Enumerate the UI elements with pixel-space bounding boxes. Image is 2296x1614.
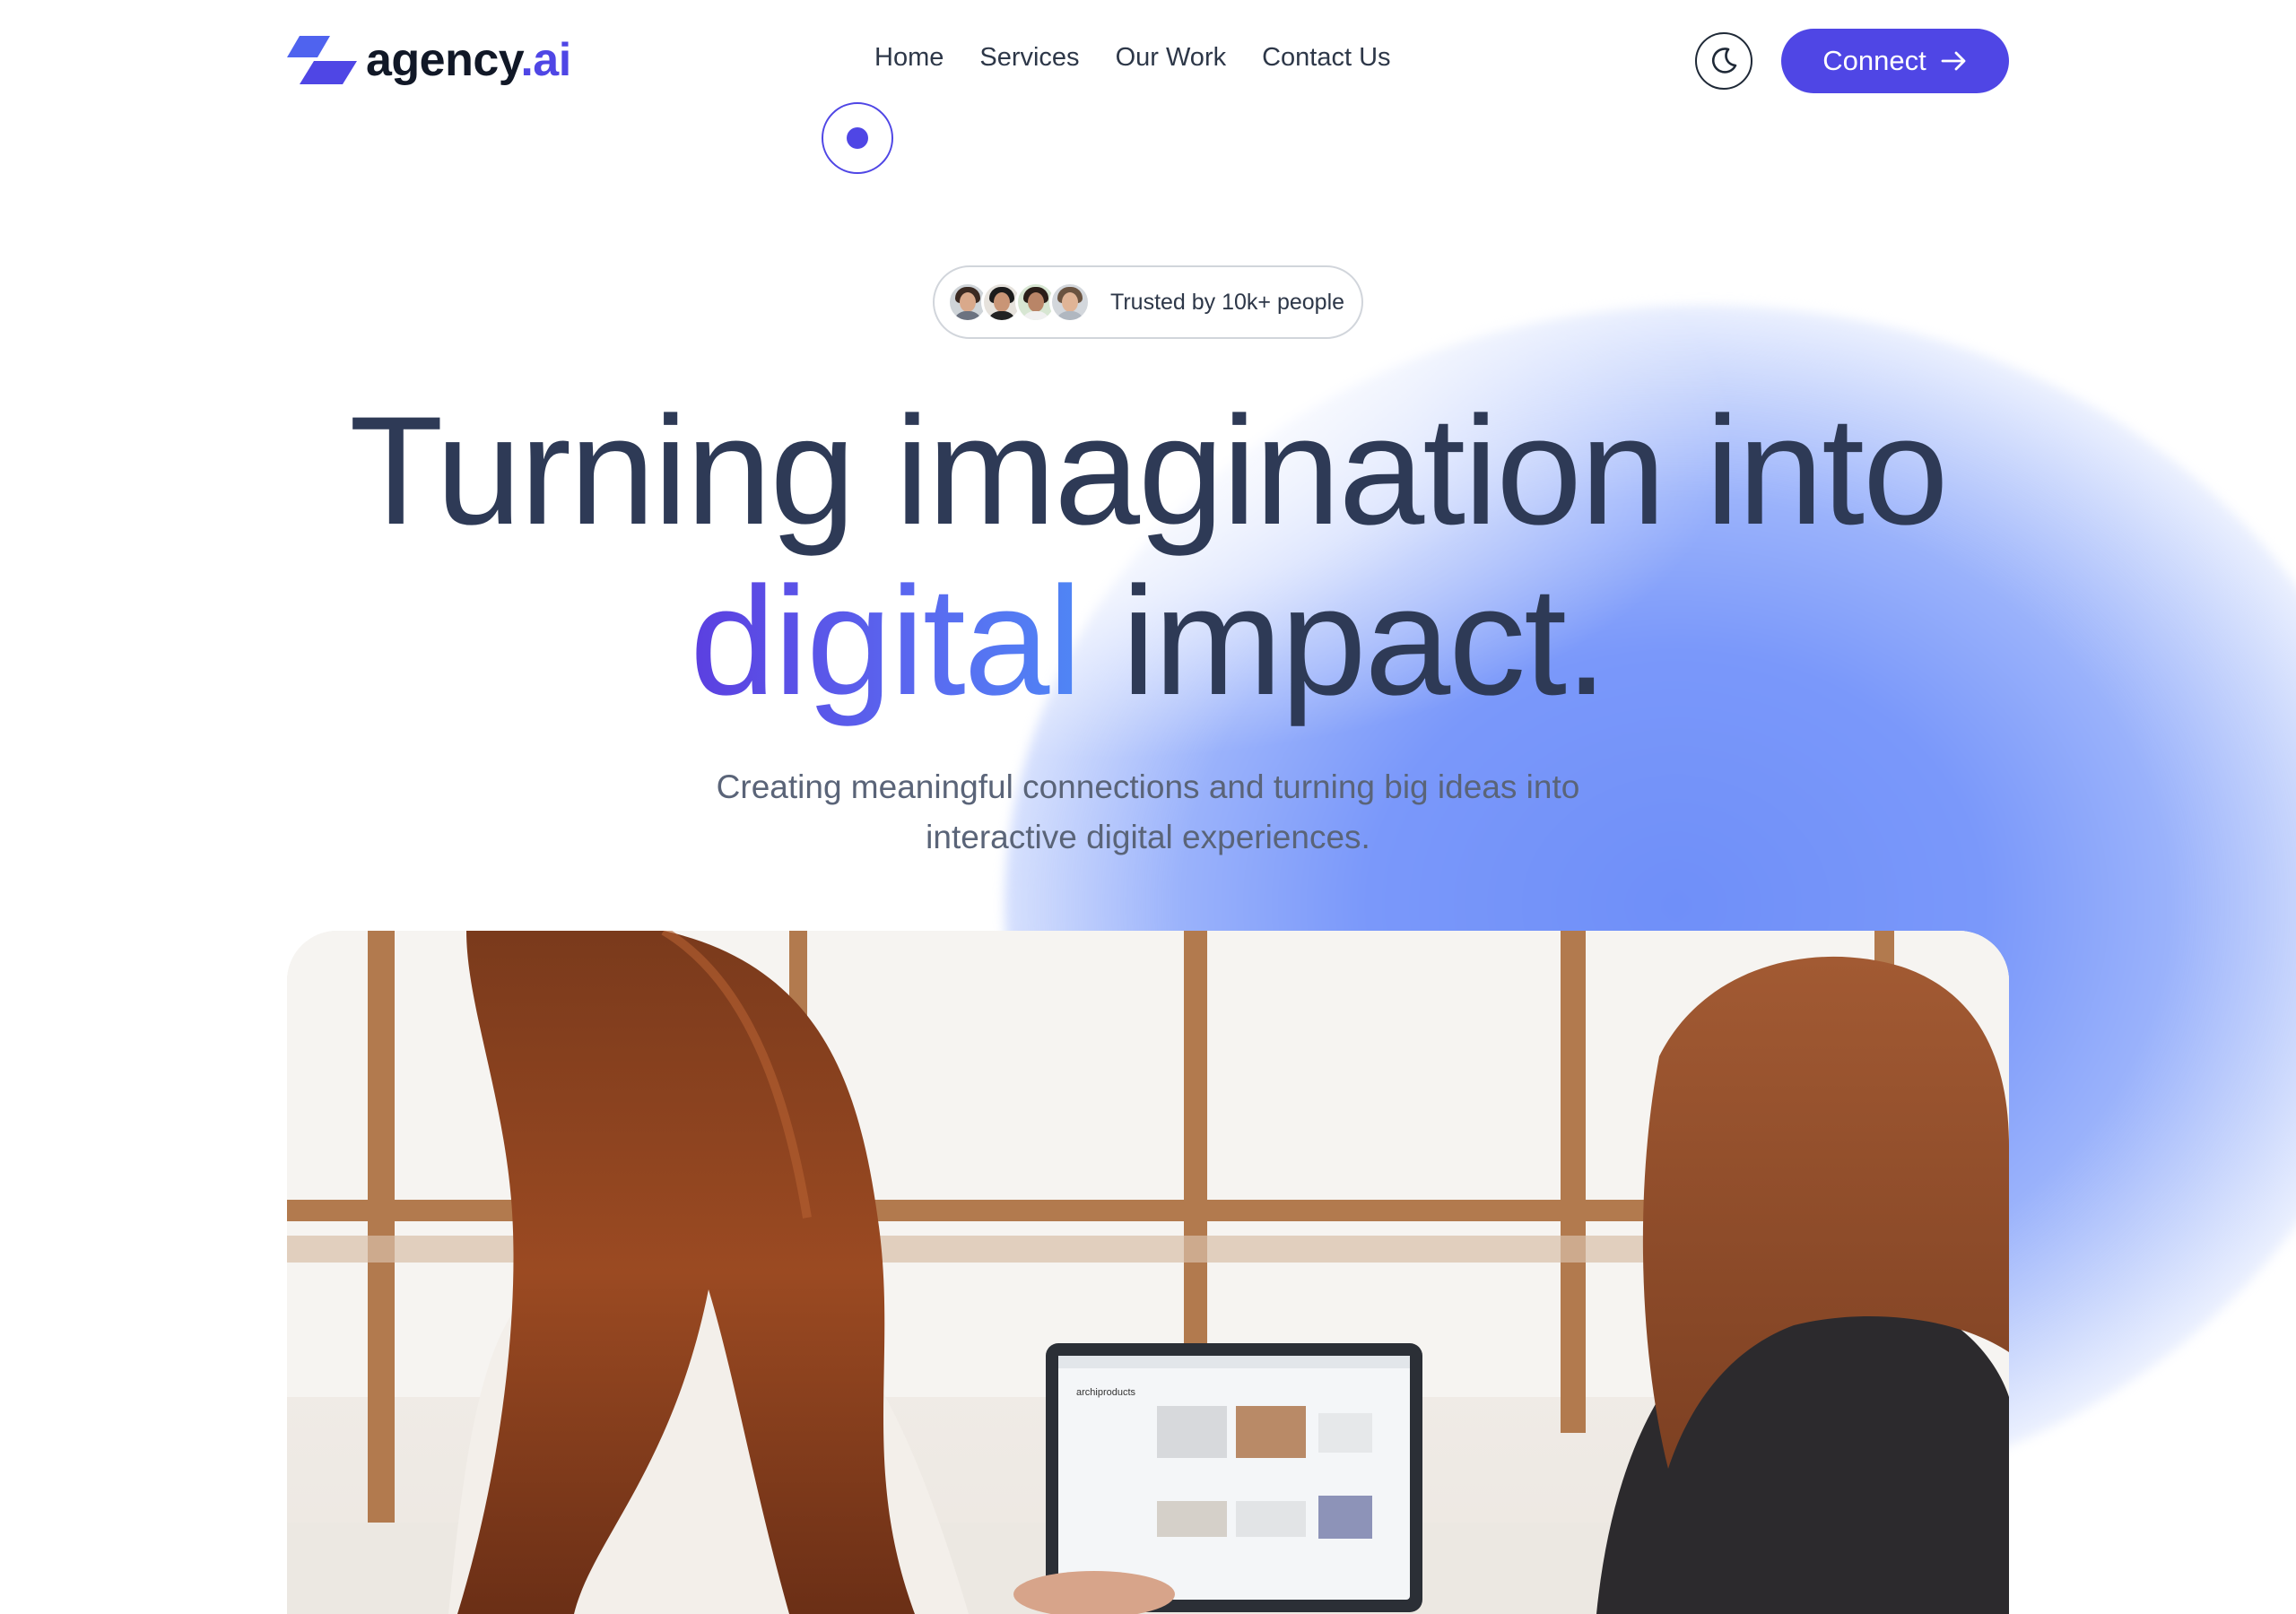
headline-rest: impact. <box>1121 555 1607 727</box>
connect-button[interactable]: Connect <box>1781 29 2009 93</box>
custom-cursor <box>822 102 893 174</box>
nav-link-home[interactable]: Home <box>874 43 944 73</box>
site-header: agency.ai Home Services Our Work Contact… <box>0 0 2296 126</box>
subtext-line-2: interactive digital experiences. <box>926 819 1370 855</box>
avatar <box>1049 282 1091 323</box>
connect-button-label: Connect <box>1822 45 1926 76</box>
trusted-text: Trusted by 10k+ people <box>1110 289 1345 315</box>
logo[interactable]: agency.ai <box>287 32 571 88</box>
trusted-badge: Trusted by 10k+ people <box>933 265 1363 339</box>
hero-headline: Turning imagination into digital impact. <box>0 386 2296 726</box>
custom-cursor-dot <box>847 127 868 149</box>
headline-line-1: Turning imagination into <box>349 385 1948 557</box>
headline-accent: digital <box>690 555 1082 727</box>
nav-link-services[interactable]: Services <box>979 43 1079 73</box>
hero-subtext: Creating meaningful connections and turn… <box>610 762 1686 863</box>
logo-text: agency.ai <box>366 34 571 86</box>
nav-link-our-work[interactable]: Our Work <box>1116 43 1227 73</box>
theme-toggle-button[interactable] <box>1695 32 1752 90</box>
moon-icon <box>1711 48 1737 74</box>
logo-mark-icon <box>287 36 357 84</box>
arrow-right-icon <box>1941 51 1966 71</box>
nav-link-contact-us[interactable]: Contact Us <box>1262 43 1390 73</box>
hero-photo-illustration: archiproducts <box>287 931 2009 1614</box>
hero-image: archiproducts <box>287 931 2009 1614</box>
laptop-screen-site-label: archiproducts <box>1076 1387 1136 1398</box>
avatar-group <box>947 282 1091 323</box>
main-nav: Home Services Our Work Contact Us <box>874 43 1391 73</box>
subtext-line-1: Creating meaningful connections and turn… <box>716 768 1580 805</box>
